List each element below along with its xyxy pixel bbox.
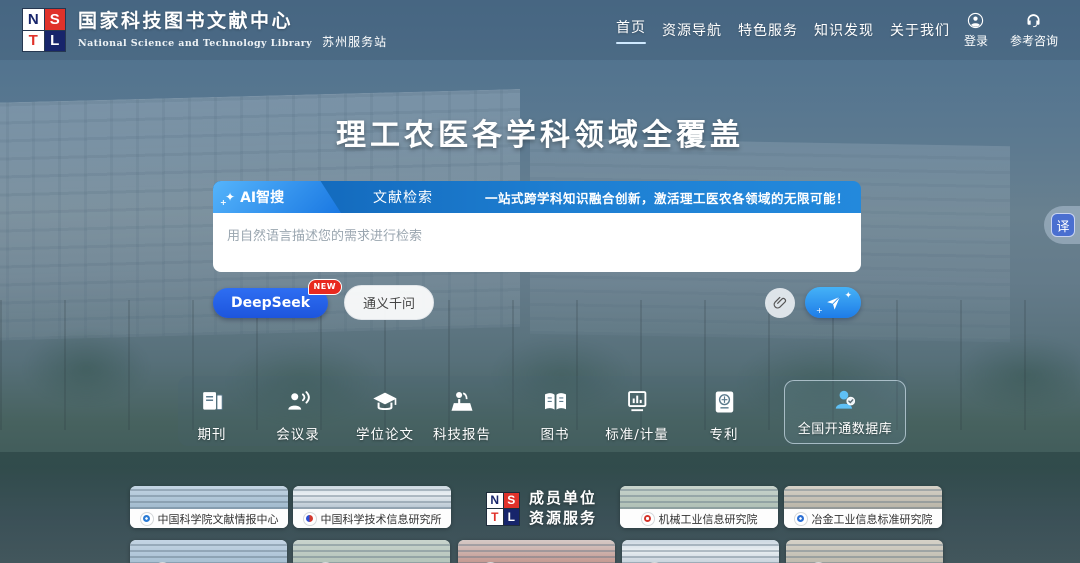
member-card[interactable]: 中国科学技术信息研究所 [293,486,451,528]
member-building-image [130,486,288,509]
journal-icon [198,388,226,416]
member-card-partial[interactable] [293,540,450,563]
logo-cell-n: N [23,9,44,30]
resource-item-patents[interactable]: 专利 [710,388,739,443]
logo-cell-s: S [45,9,66,30]
send-sparkle-icon: ✦ [844,291,852,301]
site-logo[interactable]: N S T L 国家科技图书文献中心 National Science and … [22,8,387,52]
search-panel: ✦+ AI智搜 文献检索 一站式跨学科知识融合创新，激活理工医农各领域的无限可能… [213,181,861,320]
attach-button[interactable] [765,288,795,318]
new-badge: NEW [308,279,342,295]
login-button[interactable]: 登录 [964,12,988,49]
resource-item-books[interactable]: 图书 [541,388,570,443]
deepseek-label: DeepSeek [231,295,310,311]
nav-item-home[interactable]: 首页 [616,17,646,44]
translate-float-button[interactable]: 译 [1044,206,1080,244]
header-actions: 登录 参考咨询 [964,12,1058,49]
member-card-partial[interactable] [130,540,287,563]
conference-speaker-icon [284,388,312,416]
member-logo-las [140,512,154,526]
search-slogan: 一站式跨学科知识融合创新，激活理工医农各领域的无限可能！ [485,188,849,207]
member-heading-line1: 成员单位 [529,489,597,509]
brand-text: 国家科技图书文献中心 National Science and Technolo… [78,11,387,50]
deepseek-model-button[interactable]: DeepSeek NEW [213,288,328,318]
sparkle-icon: ✦+ [225,190,235,204]
member-building-image [784,486,942,509]
member-name: 中国科学技术信息研究所 [321,511,442,527]
send-button[interactable]: ✦ + [805,287,861,318]
member-card-partial[interactable] [622,540,779,563]
nav-item-about-us[interactable]: 关于我们 [890,20,950,40]
nstl-logo: N S T L [22,8,66,52]
tab-literature-search[interactable]: 文献检索 [373,187,433,207]
member-building-image [620,486,778,509]
send-icon [825,294,842,311]
member-card[interactable]: 中国科学院文献情报中心 [130,486,288,528]
member-logo-istic [303,512,317,526]
main-nav: 首页 资源导航 特色服务 知识发现 关于我们 [616,17,950,44]
logo-cell-t: T [23,31,44,52]
nstl-homepage: N S T L 国家科技图书文献中心 National Science and … [0,0,1080,563]
consult-label: 参考咨询 [1010,32,1058,49]
site-title: 国家科技图书文献中心 [78,11,387,33]
resource-item-standards[interactable]: 标准/计量 [605,388,669,443]
graduation-cap-icon [371,388,399,416]
nav-item-resource-navigation[interactable]: 资源导航 [662,20,722,40]
tongyi-model-button[interactable]: 通义千问 [344,285,434,320]
member-logo-metallurgy [794,512,808,526]
translate-icon: 译 [1051,213,1075,237]
open-book-icon [541,388,569,416]
site-subtitle: National Science and Technology Library [78,38,312,49]
tab-ai-search[interactable]: ✦+ AI智搜 [213,181,341,213]
resource-item-journals[interactable]: 期刊 [198,388,227,443]
tab-ai-search-label: AI智搜 [240,187,284,207]
login-label: 登录 [964,32,988,49]
member-name: 中国科学院文献情报中心 [158,511,279,527]
headset-icon [1025,12,1042,29]
member-heading-line2: 资源服务 [529,509,597,529]
service-station-label: 苏州服务站 [322,33,387,50]
nav-item-featured-services[interactable]: 特色服务 [738,20,798,40]
user-check-icon [832,387,858,413]
user-icon [967,12,984,29]
report-podium-icon [448,388,476,416]
member-name: 冶金工业信息标准研究院 [812,511,933,527]
resource-item-national-databases[interactable]: 全国开通数据库 [784,380,906,444]
member-card-partial[interactable] [786,540,943,563]
resource-item-proceedings[interactable]: 会议录 [276,388,320,443]
nstl-logo-small: N S T L [486,492,520,526]
member-card[interactable]: 机械工业信息研究院 [620,486,778,528]
member-building-image [293,486,451,509]
patent-seal-icon [710,388,738,416]
nav-item-knowledge-discovery[interactable]: 知识发现 [814,20,874,40]
hero-title: 理工农医各学科领域全覆盖 [0,110,1080,154]
send-plus-icon: + [816,306,823,315]
paperclip-icon [772,295,788,311]
member-card[interactable]: 冶金工业信息标准研究院 [784,486,942,528]
logo-cell-l: L [45,31,66,52]
model-row: DeepSeek NEW 通义千问 ✦ + [213,285,861,320]
search-input[interactable] [213,213,861,272]
standard-chart-icon [623,388,651,416]
member-card-partial[interactable] [458,540,615,563]
member-section-heading: N S T L 成员单位 资源服务 [486,489,597,528]
reference-consult-button[interactable]: 参考咨询 [1010,12,1058,49]
resource-item-tech-reports[interactable]: 科技报告 [433,388,491,443]
resource-item-dissertations[interactable]: 学位论文 [356,388,414,443]
header-bar: N S T L 国家科技图书文献中心 National Science and … [0,0,1080,60]
member-logo-machinery [641,512,655,526]
search-tab-bar: ✦+ AI智搜 文献检索 一站式跨学科知识融合创新，激活理工医农各领域的无限可能… [213,181,861,213]
member-name: 机械工业信息研究院 [659,511,758,527]
